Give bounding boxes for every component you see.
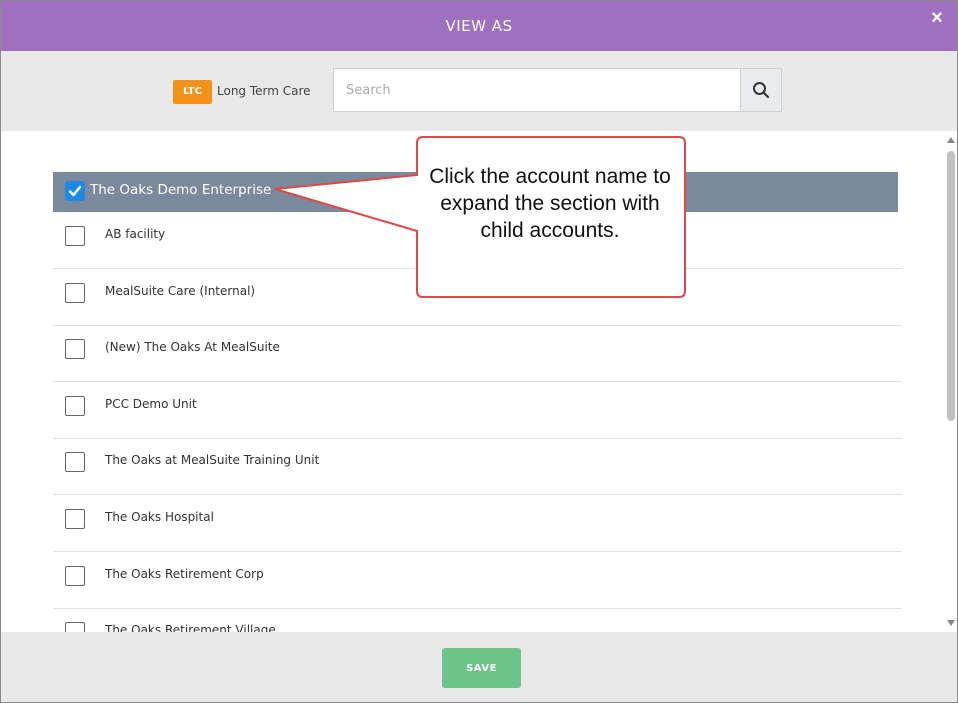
dialog-header: VIEW AS × — [1, 1, 957, 51]
account-checkbox[interactable] — [65, 509, 85, 529]
account-row[interactable]: The Oaks Retirement Corp — [53, 553, 902, 609]
account-name: The Oaks Retirement Village — [105, 623, 276, 632]
account-name: MealSuite Care (Internal) — [105, 284, 256, 298]
account-row[interactable]: The Oaks Hospital — [53, 496, 902, 552]
account-checkbox[interactable] — [65, 622, 85, 632]
group-label: The Oaks Demo Enterprise — [90, 182, 272, 198]
search-button[interactable] — [740, 68, 782, 112]
save-button[interactable]: SAVE — [442, 648, 521, 688]
account-checkbox[interactable] — [65, 283, 85, 303]
account-checkbox[interactable] — [65, 452, 85, 472]
account-row[interactable]: The Oaks at MealSuite Training Unit — [53, 439, 902, 495]
group-checkbox[interactable] — [65, 181, 85, 201]
account-name: The Oaks at MealSuite Training Unit — [105, 453, 320, 467]
account-row[interactable]: (New) The Oaks At MealSuite — [53, 326, 902, 382]
account-checkbox[interactable] — [65, 226, 85, 246]
scrollbar-thumb[interactable] — [947, 151, 955, 421]
search-icon — [753, 82, 770, 99]
scroll-down-icon[interactable] — [947, 620, 955, 626]
search-input[interactable] — [333, 68, 741, 112]
callout-text: Click the account name to expand the sec… — [429, 165, 671, 242]
ltc-badge: LTC — [173, 80, 212, 104]
close-icon[interactable]: × — [927, 8, 947, 28]
account-checkbox[interactable] — [65, 339, 85, 359]
account-name: AB facility — [105, 227, 166, 241]
account-name: The Oaks Retirement Corp — [105, 567, 264, 581]
account-row[interactable]: The Oaks Retirement Village — [53, 609, 902, 632]
checkmark-icon — [68, 185, 82, 197]
care-type-label: Long Term Care — [217, 84, 311, 98]
scrollbar[interactable] — [945, 131, 957, 632]
account-name: PCC Demo Unit — [105, 397, 197, 411]
account-name: (New) The Oaks At MealSuite — [105, 340, 280, 354]
account-checkbox[interactable] — [65, 396, 85, 416]
scroll-up-icon[interactable] — [947, 137, 955, 143]
account-checkbox[interactable] — [65, 566, 85, 586]
toolbar: LTC Long Term Care — [1, 51, 957, 131]
dialog-title: VIEW AS — [445, 17, 513, 35]
account-row[interactable]: PCC Demo Unit — [53, 383, 902, 439]
view-as-dialog: VIEW AS × LTC Long Term Care The Oaks De… — [0, 0, 958, 703]
account-name: The Oaks Hospital — [105, 510, 214, 524]
dialog-footer: SAVE — [1, 632, 957, 702]
